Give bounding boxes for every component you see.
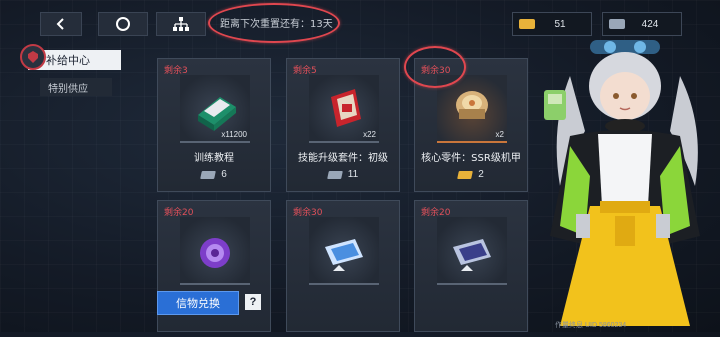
item-quantity: x22 (363, 130, 376, 139)
item-name: 核心零件：SSR级机甲 (421, 153, 521, 164)
purple-core-icon (200, 238, 230, 268)
item-price: 2 (415, 169, 527, 180)
hierarchy-button[interactable] (156, 12, 206, 36)
gold-ticket-icon (519, 19, 535, 29)
character-illustration (530, 36, 720, 332)
help-button[interactable]: ? (245, 294, 261, 310)
highlight-ring-reset (208, 3, 340, 43)
item-image-box (309, 217, 379, 285)
currency-gold-value: 51 (554, 18, 566, 30)
shop-card-1[interactable]: 剩余3 x11200 训练教程 6 (157, 58, 271, 192)
item-image-box: x22 (309, 75, 379, 143)
back-button[interactable] (40, 12, 82, 36)
gold-ticket-icon (457, 170, 474, 179)
item-price-value: 6 (221, 169, 227, 180)
item-quantity: x11200 (221, 130, 247, 139)
token-exchange-button[interactable]: 信物兑换 (157, 291, 239, 315)
uid-info-text: 作量终息 UID 5860234 (555, 322, 627, 329)
item-image-box: x11200 (180, 75, 250, 143)
token-exchange-label: 信物兑换 (176, 297, 220, 310)
silver-ticket-icon (326, 170, 343, 179)
shop-card-6[interactable]: 剩余20 (414, 200, 528, 332)
character-figure (544, 40, 700, 326)
item-price: 6 (158, 169, 270, 180)
currency-silver[interactable]: 424 (602, 12, 682, 36)
item-price-value: 2 (478, 169, 484, 180)
home-circle-icon (116, 17, 130, 31)
supply-shield-icon (28, 51, 38, 63)
silver-ticket-icon (200, 170, 217, 179)
item-name: 技能升级套件：初级 (298, 153, 388, 164)
ticket-card-dark-icon (453, 239, 491, 271)
nav-item-special-supply-label: 特别供应 (48, 83, 88, 95)
nav-badge-icon (20, 44, 46, 70)
highlight-ring-remain (404, 46, 466, 88)
item-image-box (180, 217, 250, 285)
item-price: 11 (287, 169, 399, 180)
home-button[interactable] (98, 12, 148, 36)
silver-ticket-icon (609, 19, 625, 29)
item-image-box (437, 217, 507, 285)
item-quantity: x2 (495, 130, 504, 139)
currency-silver-value: 424 (641, 18, 659, 30)
shop-card-5[interactable]: 剩余30 (286, 200, 400, 332)
shop-card-2[interactable]: 剩余5 x22 技能升级套件：初级 11 (286, 58, 400, 192)
help-icon: ? (249, 296, 257, 308)
hierarchy-icon (173, 17, 189, 31)
back-arrow-icon (56, 18, 64, 30)
item-name: 训练教程 (194, 153, 234, 164)
item-price-value: 11 (347, 169, 359, 180)
nav-item-special-supply[interactable]: 特别供应 (40, 78, 112, 96)
currency-gold[interactable]: 51 (512, 12, 592, 36)
ticket-card-icon (325, 239, 363, 271)
nav-item-supply-center-label: 补给中心 (46, 54, 90, 67)
